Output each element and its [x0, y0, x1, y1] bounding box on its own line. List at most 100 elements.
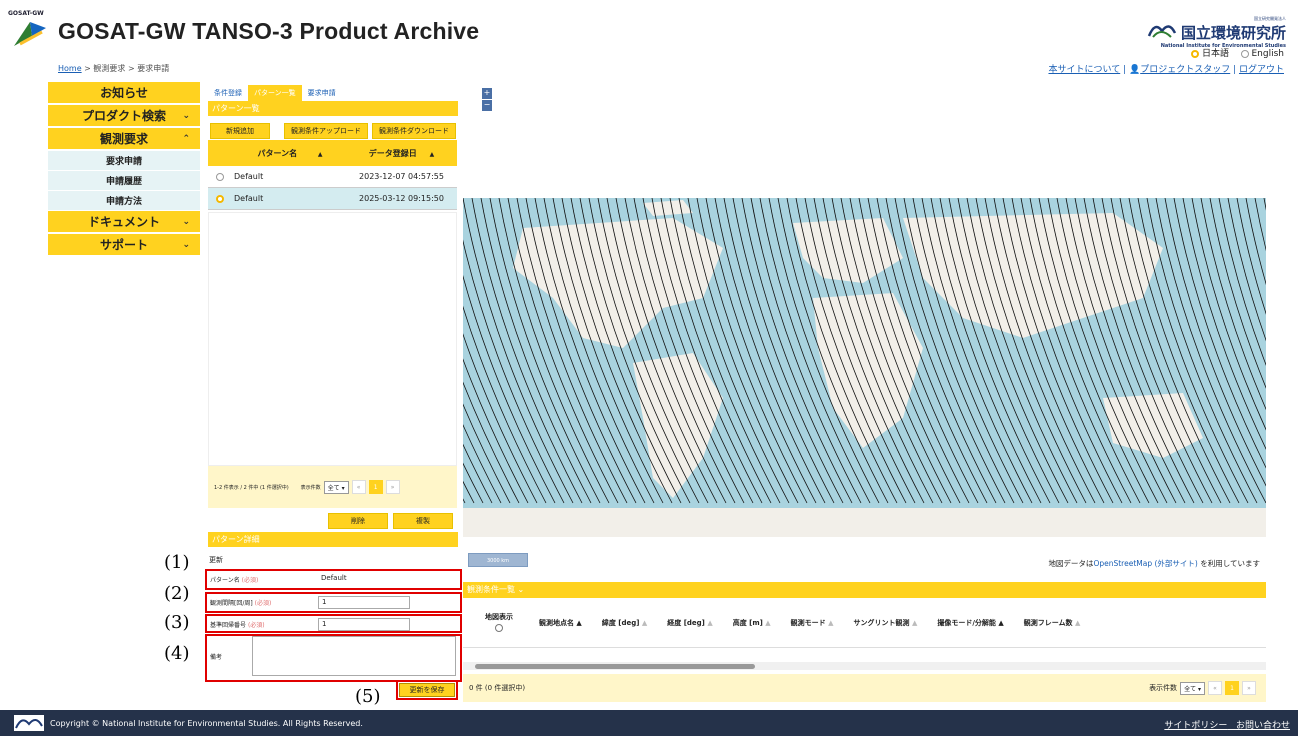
sidebar: お知らせ プロダクト検索 ⌄ 観測要求 ⌃ 要求申請 申請履歴 申請方法 ドキュメン… [48, 82, 200, 257]
breadcrumb-sep: > [81, 64, 94, 73]
sidebar-item-label: プロダクト検索 [81, 109, 166, 123]
new-pattern-button[interactable]: 新規追加 [210, 123, 270, 139]
column-imaging-mode[interactable]: 撮像モード/分解能 ▲ [927, 618, 1013, 628]
sidebar-item-product-search[interactable]: プロダクト検索 ⌄ [48, 105, 200, 128]
nies-logo: 国立研究開発法人 国立環境研究所 National Institute for … [1147, 16, 1286, 49]
column-label: 観測地点名 [539, 618, 574, 627]
pattern-pager: 1-2 件表示 / 2 件中 (1 件選択中) 表示件数 全て ▾ « 1 » [208, 466, 457, 508]
upload-conditions-button[interactable]: 観測条件アップロード [284, 123, 368, 139]
obs-table-header: 地図表示 観測地点名 ▲ 緯度 [deg] ▲ 経度 [deg] ▲ 高度 [m… [463, 598, 1266, 648]
tab-request[interactable]: 要求申請 [302, 85, 342, 101]
column-site-name[interactable]: 観測地点名 ▲ [529, 618, 592, 628]
delete-button[interactable]: 削除 [328, 513, 388, 529]
column-label: パターン名 [257, 148, 298, 158]
download-conditions-button[interactable]: 観測条件ダウンロード [372, 123, 456, 139]
contact-link[interactable]: お問い合わせ [1236, 721, 1290, 731]
breadcrumb-home[interactable]: Home [58, 64, 82, 73]
pattern-detail-header: パターン詳細 [208, 532, 458, 547]
column-label: 緯度 [deg] [601, 618, 640, 627]
page-last-button[interactable]: » [385, 480, 400, 494]
obs-per-page-select[interactable]: 全て ▾ [1180, 681, 1205, 695]
breadcrumb: Home > 観測要求 > 要求申請 [58, 63, 169, 74]
page-title: GOSAT-GW TANSO-3 Product Archive [58, 18, 480, 44]
annotation-box-5 [396, 680, 458, 700]
tab-condition-register[interactable]: 条件登録 [208, 85, 248, 101]
sidebar-item-label: ドキュメント [87, 215, 160, 229]
per-page-label: 表示件数 [1149, 684, 1178, 692]
per-page-select[interactable]: 全て ▾ [323, 480, 349, 494]
per-page-value: 全て [1184, 685, 1197, 693]
footer: Copyright © National Institute for Envir… [0, 710, 1298, 736]
page-current[interactable]: 1 [368, 480, 383, 494]
logout-link[interactable]: ログアウト [1239, 65, 1284, 75]
column-label: サングリント観測 [853, 618, 910, 627]
chevron-down-icon: ⌄ [517, 585, 525, 594]
page-first-button[interactable]: « [1208, 681, 1222, 695]
column-map-display[interactable]: 地図表示 [463, 612, 529, 634]
page-last-button[interactable]: » [1242, 681, 1256, 695]
column-frames[interactable]: 観測フレーム数 ▲ [1014, 618, 1091, 628]
zoom-in-button[interactable]: + [482, 88, 492, 99]
institute-name: 国立環境研究所 [1180, 24, 1286, 42]
logo-text: GOSAT-GW [8, 10, 44, 17]
scrollbar-thumb[interactable] [475, 664, 755, 669]
site-policy-link[interactable]: サイトポリシー [1164, 721, 1227, 731]
radio-icon [1240, 49, 1249, 58]
sidebar-subitem-request[interactable]: 要求申請 [48, 151, 200, 171]
satellite-logo-icon [14, 22, 46, 46]
annotation-label-1: (1) [164, 552, 190, 573]
sidebar-item-observation-request[interactable]: 観測要求 ⌃ [48, 128, 200, 151]
column-label: 撮像モード/分解能 [937, 618, 996, 627]
breadcrumb-sep: > [125, 64, 138, 73]
sidebar-item-support[interactable]: サポート ⌄ [48, 234, 200, 257]
attribution-prefix: 地図データは [1048, 559, 1094, 568]
sidebar-subitem-history[interactable]: 申請履歴 [48, 171, 200, 191]
annotation-label-3: (3) [164, 612, 190, 633]
row-radio[interactable] [215, 172, 224, 181]
lang-en[interactable]: English [1240, 49, 1285, 59]
column-obs-mode[interactable]: 観測モード ▲ [781, 618, 844, 628]
sidebar-subitem-method[interactable]: 申請方法 [48, 191, 200, 211]
tab-pattern-list[interactable]: パターン一覧 [248, 85, 302, 101]
column-header-date[interactable]: データ登録日 ▲ [346, 148, 457, 159]
column-longitude[interactable]: 経度 [deg] ▲ [657, 618, 722, 628]
annotation-label-2: (2) [164, 583, 190, 604]
table-row[interactable]: Default 2025-03-12 09:15:50 [208, 188, 457, 210]
attribution-suffix: を利用しています [1197, 559, 1260, 568]
row-radio[interactable] [215, 194, 224, 203]
orbit-map[interactable] [463, 188, 1266, 537]
annotation-box-3 [205, 614, 462, 633]
annotation-label-4: (4) [164, 643, 190, 664]
page-first-button[interactable]: « [351, 480, 366, 494]
lang-ja[interactable]: 日本語 [1191, 49, 1229, 59]
column-label: データ登録日 [368, 148, 417, 158]
lang-en-label: English [1251, 49, 1285, 59]
detail-mode: 更新 [209, 556, 223, 564]
map-display-checkbox[interactable] [495, 623, 503, 632]
link-sep: | [1230, 65, 1239, 75]
column-header-name[interactable]: パターン名 ▲ [234, 148, 346, 159]
zoom-out-button[interactable]: − [482, 100, 492, 111]
column-altitude[interactable]: 高度 [m] ▲ [723, 618, 781, 628]
obs-list-header[interactable]: 観測条件一覧 ⌄ [463, 582, 1266, 598]
tab-bar: 条件登録 パターン一覧 要求申請 [208, 85, 342, 101]
chevron-down-icon: ⌄ [182, 110, 190, 121]
sidebar-item-documents[interactable]: ドキュメント ⌄ [48, 211, 200, 234]
page-current[interactable]: 1 [1225, 681, 1239, 695]
about-link[interactable]: 本サイトについて [1048, 65, 1120, 75]
osm-link[interactable]: OpenStreetMap (外部サイト) [1093, 559, 1197, 568]
link-sep: | [1120, 65, 1129, 75]
map-scale: 3000 km [468, 553, 528, 567]
sort-asc-icon: ▲ [429, 150, 435, 158]
user-icon: 👤 [1128, 65, 1141, 75]
copy-button[interactable]: 複製 [393, 513, 453, 529]
column-label: 地図表示 [485, 612, 513, 621]
sidebar-item-news[interactable]: お知らせ [48, 82, 200, 105]
pager-summary: 1-2 件表示 / 2 件中 (1 件選択中) [214, 484, 289, 491]
table-row[interactable]: Default 2023-12-07 04:57:55 [208, 166, 457, 188]
radio-icon [1191, 49, 1200, 58]
column-sunglint[interactable]: サングリント観測 ▲ [844, 618, 928, 628]
obs-list-title: 観測条件一覧 [467, 585, 515, 594]
staff-link[interactable]: プロジェクトスタッフ [1140, 65, 1230, 75]
column-latitude[interactable]: 緯度 [deg] ▲ [592, 618, 657, 628]
